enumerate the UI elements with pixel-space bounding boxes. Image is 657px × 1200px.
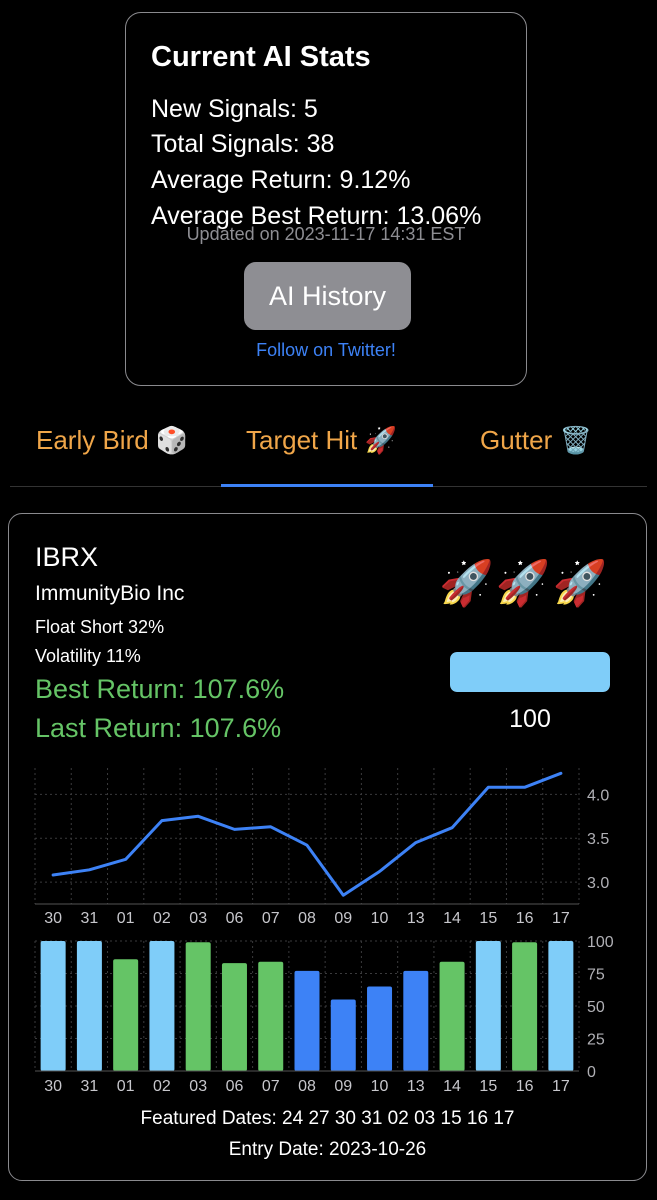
bar-chart-ytick: 100 bbox=[587, 934, 614, 951]
bar bbox=[185, 942, 211, 1071]
stats-title: Current AI Stats bbox=[151, 41, 371, 73]
bar-chart-ytick: 50 bbox=[587, 999, 605, 1016]
bar-chart-ytick: 25 bbox=[587, 1032, 605, 1049]
bar-chart-xtick: 09 bbox=[334, 1078, 352, 1095]
bar bbox=[221, 963, 247, 1071]
line-chart-xtick: 06 bbox=[226, 910, 244, 927]
updated-timestamp: Updated on 2023-11-17 14:31 EST bbox=[186, 224, 466, 244]
tab-target-hit[interactable]: Target Hit 🚀 bbox=[246, 425, 397, 456]
line-chart-xtick: 13 bbox=[407, 910, 425, 927]
bar bbox=[548, 941, 574, 1071]
bar-chart-ytick: 0 bbox=[587, 1064, 596, 1081]
bar-chart-xtick: 03 bbox=[189, 1078, 207, 1095]
bar-chart-xtick: 02 bbox=[153, 1078, 171, 1095]
follow-twitter-link[interactable]: Follow on Twitter! bbox=[126, 340, 526, 361]
line-chart-xtick: 31 bbox=[81, 910, 99, 927]
bar bbox=[149, 941, 175, 1071]
bar bbox=[403, 970, 429, 1071]
line-chart-ytick: 3.5 bbox=[587, 831, 609, 848]
line-chart-xtick: 03 bbox=[189, 910, 207, 927]
price-line-series bbox=[51, 771, 563, 897]
average-return: Average Return: 9.12% bbox=[151, 166, 411, 194]
bar bbox=[40, 941, 66, 1071]
bar-chart-xtick: 17 bbox=[552, 1078, 570, 1095]
bar-chart-xtick: 13 bbox=[407, 1078, 425, 1095]
entry-date: Entry Date: 2023-10-26 bbox=[228, 1139, 427, 1160]
total-signals: Total Signals: 38 bbox=[151, 130, 335, 158]
tab-gutter[interactable]: Gutter 🗑️ bbox=[480, 425, 592, 456]
bar-chart-ytick: 75 bbox=[587, 967, 605, 984]
line-chart-xtick: 07 bbox=[262, 910, 280, 927]
bar-chart-xtick: 06 bbox=[226, 1078, 244, 1095]
tab-early-bird[interactable]: Early Bird 🎲 bbox=[36, 425, 188, 456]
bar bbox=[258, 961, 284, 1071]
signal-card[interactable]: IBRX ImmunityBio Inc Float Short 32% Vol… bbox=[8, 513, 647, 1181]
line-chart-xtick: 09 bbox=[334, 910, 352, 927]
bar bbox=[475, 941, 501, 1071]
bar-chart-xtick: 16 bbox=[516, 1078, 534, 1095]
bar-chart-xtick: 30 bbox=[44, 1078, 62, 1095]
line-chart-xtick: 08 bbox=[298, 910, 316, 927]
line-chart-xtick: 02 bbox=[153, 910, 171, 927]
bar-chart-xtick: 08 bbox=[298, 1078, 316, 1095]
bar bbox=[439, 961, 465, 1071]
bar bbox=[113, 959, 139, 1071]
bar bbox=[76, 941, 102, 1071]
bar-chart-xtick: 31 bbox=[81, 1078, 99, 1095]
bar-chart-xtick: 10 bbox=[371, 1078, 389, 1095]
line-chart-ytick: 4.0 bbox=[587, 787, 609, 804]
ai-stats-card: Current AI Stats New Signals: 5 Total Si… bbox=[125, 12, 527, 386]
line-chart-xtick: 16 bbox=[516, 910, 534, 927]
bar bbox=[294, 970, 320, 1071]
signal-charts: 3.0 3.5 4.0 30 31 01 02 03 06 07 08 09 10 13 14 15 16 17 0… bbox=[34, 768, 614, 1095]
line-chart-xtick: 01 bbox=[117, 910, 135, 927]
bar-chart-xtick: 15 bbox=[479, 1078, 497, 1095]
line-chart-ytick: 3.0 bbox=[587, 875, 609, 892]
ai-history-button[interactable]: AI History bbox=[244, 262, 411, 330]
line-chart-xtick: 10 bbox=[371, 910, 389, 927]
featured-dates: Featured Dates: 24 27 30 31 02 03 15 16 … bbox=[140, 1108, 515, 1129]
bar-chart-xtick: 01 bbox=[117, 1078, 135, 1095]
line-chart-xtick: 30 bbox=[44, 910, 62, 927]
active-tab-indicator bbox=[221, 484, 433, 487]
line-chart-xtick: 14 bbox=[443, 910, 461, 927]
line-chart-xtick: 17 bbox=[552, 910, 570, 927]
line-chart-xtick: 15 bbox=[479, 910, 497, 927]
bar-chart-xtick: 07 bbox=[262, 1078, 280, 1095]
bar bbox=[367, 986, 393, 1071]
bar bbox=[512, 942, 538, 1071]
bar bbox=[330, 999, 356, 1071]
new-signals: New Signals: 5 bbox=[151, 95, 318, 123]
bar-chart-xtick: 14 bbox=[443, 1078, 461, 1095]
